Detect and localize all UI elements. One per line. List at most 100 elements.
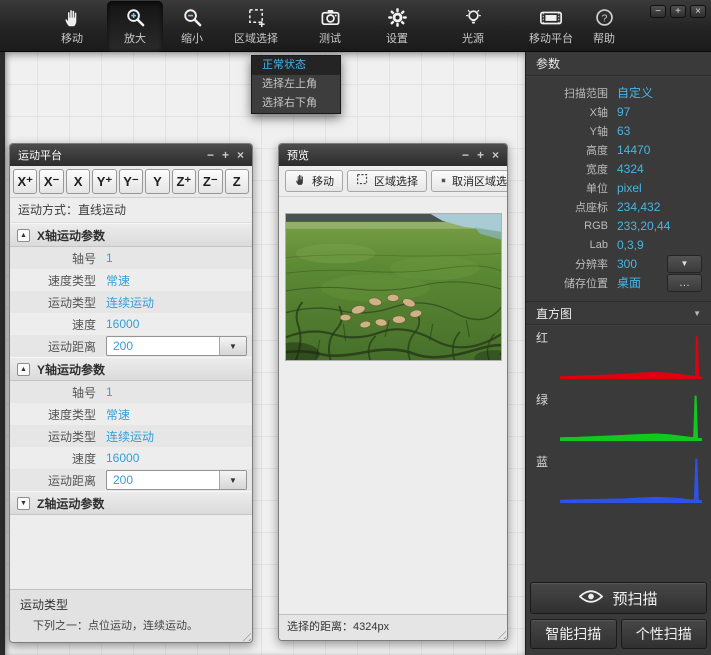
section-header-x-axis[interactable]: ▲ X轴运动参数 (10, 223, 252, 247)
preview-status-text: 选择的距离：4324px (279, 614, 507, 640)
axis-y-minus-button[interactable]: Y⁻ (119, 169, 143, 194)
zoom-in-icon (125, 7, 146, 28)
setting-value[interactable]: 16000 (106, 451, 139, 465)
panel-minimize-button[interactable]: − (462, 149, 469, 161)
chevron-down-icon[interactable]: ▼ (219, 471, 246, 489)
light-bulb-icon (463, 7, 484, 28)
panel-close-button[interactable]: × (492, 149, 499, 161)
panel-minimize-button[interactable]: − (207, 149, 214, 161)
x-distance-dropdown[interactable]: 200 ▼ (106, 336, 247, 356)
section-header-y-axis[interactable]: ▲ Y轴运动参数 (10, 357, 252, 381)
setting-label: 速度 (10, 316, 96, 333)
close-button[interactable]: × (690, 5, 706, 18)
unit-value: pixel (617, 181, 642, 195)
axis-z-button[interactable]: Z (225, 169, 249, 194)
chevron-down-icon[interactable]: ▼ (219, 337, 246, 355)
prescan-label: 预扫描 (612, 588, 657, 609)
toolbar-platform-label: 移动平台 (529, 30, 573, 46)
custom-scan-button[interactable]: 个性扫描 (621, 619, 708, 649)
axis-z-minus-button[interactable]: Z⁻ (198, 169, 222, 194)
histogram-green-channel: 绿 (526, 387, 711, 449)
setting-value[interactable]: 常速 (106, 406, 130, 423)
app-window: { "window": { "controls": { "minimize": … (0, 0, 711, 655)
setting-value[interactable]: 1 (106, 251, 113, 265)
storage-browse-button[interactable]: … (667, 274, 702, 292)
axis-y-plus-button[interactable]: Y⁺ (92, 169, 116, 194)
section-header-z-axis[interactable]: ▼ Z轴运动参数 (10, 491, 252, 515)
setting-value[interactable]: 1 (106, 385, 113, 399)
preview-move-button[interactable]: 移动 (285, 170, 343, 192)
toolbar-zoom-out-button[interactable]: 缩小 (164, 1, 220, 51)
smart-scan-button[interactable]: 智能扫描 (530, 619, 617, 649)
toolbar-test-button[interactable]: 测试 (302, 1, 358, 51)
axis-x-minus-button[interactable]: X⁻ (39, 169, 63, 194)
region-select-icon (246, 7, 267, 28)
preview-region-select-button[interactable]: 区域选择 (347, 170, 427, 192)
camera-icon (320, 7, 341, 28)
toolbar-move-button[interactable]: 移动 (44, 1, 100, 51)
menu-item-normal-state[interactable]: 正常状态 (252, 56, 340, 75)
toolbar-settings-button[interactable]: 设置 (369, 1, 425, 51)
setting-row: 速度类型 常速 (10, 403, 252, 425)
toolbar-region-select-label: 区域选择 (234, 30, 278, 46)
right-panel: 参数 扫描范围 自定义 X轴 97 Y轴 63 高度 14470 宽度 4324 (525, 52, 711, 655)
setting-row: 轴号 1 (10, 247, 252, 269)
setting-row: 运动类型 连续运动 (10, 291, 252, 313)
menu-item-select-top-left[interactable]: 选择左上角 (252, 75, 340, 94)
panel-maximize-button[interactable]: + (477, 149, 484, 161)
y-distance-dropdown[interactable]: 200 ▼ (106, 470, 247, 490)
param-label: 扫描范围 (526, 85, 608, 101)
param-row: 分辨率 300 ▼ (526, 254, 711, 273)
toolbar-zoom-in-button[interactable]: 放大 (107, 1, 163, 51)
param-row: 储存位置 桌面 … (526, 273, 711, 292)
setting-value[interactable]: 常速 (106, 272, 130, 289)
collapse-down-icon[interactable]: ▼ (693, 309, 701, 318)
lab-value: 0,3,9 (617, 238, 644, 252)
hand-icon (294, 173, 307, 189)
motion-panel-titlebar[interactable]: 运动平台 − + × (10, 144, 252, 166)
setting-value[interactable]: 连续运动 (106, 428, 154, 445)
setting-value[interactable]: 16000 (106, 317, 139, 331)
right-panel-spacer (526, 511, 711, 582)
axis-x-button[interactable]: X (66, 169, 90, 194)
param-row: 单位 pixel (526, 178, 711, 197)
param-label: 单位 (526, 180, 608, 196)
collapse-down-icon[interactable]: ▼ (17, 497, 30, 510)
preview-region-select-label: 区域选择 (374, 173, 418, 189)
toolbar-test-label: 测试 (319, 30, 341, 46)
toolbar-light-button[interactable]: 光源 (445, 1, 501, 51)
toolbar-platform-button[interactable]: 移动平台 (517, 1, 585, 51)
tooltip-body: 下列之一：点位运动，连续运动。 (20, 617, 242, 633)
scan-range-value[interactable]: 自定义 (617, 84, 653, 101)
prescan-button[interactable]: 预扫描 (530, 582, 707, 614)
setting-value[interactable]: 连续运动 (106, 294, 154, 311)
panel-maximize-button[interactable]: + (222, 149, 229, 161)
param-label: 点座标 (526, 199, 608, 215)
axis-x-plus-button[interactable]: X⁺ (13, 169, 37, 194)
dropdown-value: 200 (107, 471, 219, 489)
setting-row: 速度 16000 (10, 313, 252, 335)
toolbar-help-button[interactable]: ? 帮助 (580, 1, 628, 51)
collapse-up-icon[interactable]: ▲ (17, 363, 30, 376)
param-label: RGB (526, 220, 608, 232)
minimize-button[interactable]: − (650, 5, 666, 18)
storage-location-value[interactable]: 桌面 (617, 274, 641, 291)
axis-y-button[interactable]: Y (145, 169, 169, 194)
preview-image[interactable] (285, 213, 502, 361)
setting-label: 速度类型 (10, 272, 96, 289)
toolbar-region-select-button[interactable]: 区域选择 (223, 1, 289, 51)
panel-close-button[interactable]: × (237, 149, 244, 161)
collapse-up-icon[interactable]: ▲ (17, 229, 30, 242)
param-label: 分辨率 (526, 256, 608, 272)
resolution-dropdown-button[interactable]: ▼ (667, 255, 702, 273)
motion-mode-text: 运动方式：直线运动 (10, 198, 252, 223)
preview-cancel-region-button[interactable]: 取消区域选择 (431, 170, 508, 192)
preview-panel-titlebar[interactable]: 预览 − + × (279, 144, 507, 166)
green-histogram-chart (560, 393, 702, 441)
axis-z-plus-button[interactable]: Z⁺ (172, 169, 196, 194)
maximize-button[interactable]: + (670, 5, 686, 18)
menu-item-select-bottom-right[interactable]: 选择右下角 (252, 94, 340, 113)
param-row: Lab 0,3,9 (526, 235, 711, 254)
preview-panel-title: 预览 (287, 147, 462, 163)
resolution-value[interactable]: 300 (617, 257, 637, 271)
